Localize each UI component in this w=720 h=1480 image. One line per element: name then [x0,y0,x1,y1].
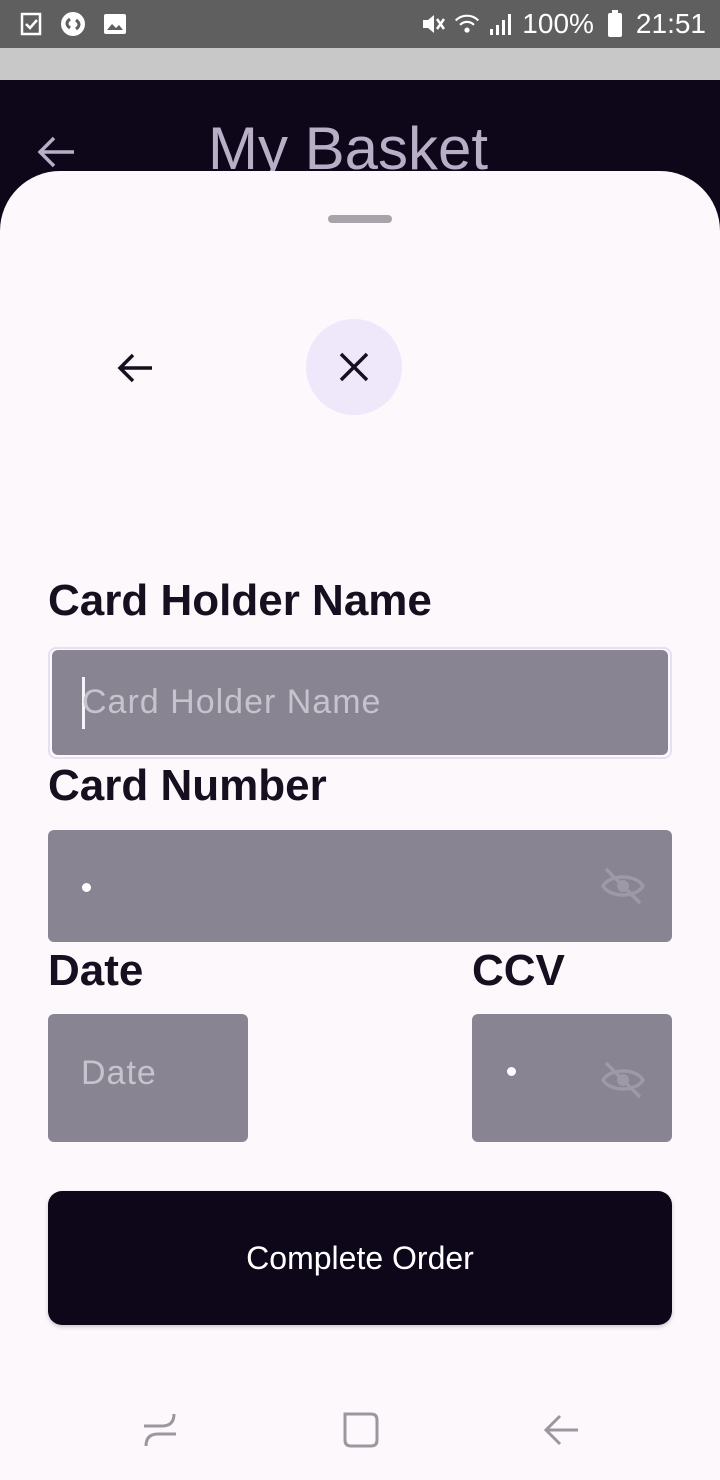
system-nav-bar [0,1380,720,1480]
masked-char [507,1067,516,1076]
shazam-icon [60,11,86,37]
date-placeholder: Date [81,1054,157,1092]
status-underlay [0,48,720,80]
battery-icon [602,10,628,37]
home-icon[interactable] [341,1410,381,1450]
eye-off-icon[interactable] [600,1060,646,1100]
date-label: Date [48,946,144,995]
close-icon [339,352,369,382]
mute-icon [420,11,446,37]
status-bar: 100% 21:51 [0,0,720,48]
complete-order-label: Complete Order [246,1239,474,1276]
card-number-input[interactable] [48,830,672,942]
ccv-input[interactable] [472,1014,672,1142]
close-button[interactable] [306,319,402,415]
card-holder-label: Card Holder Name [48,576,432,625]
drag-handle[interactable] [328,215,392,223]
complete-order-button[interactable]: Complete Order [48,1191,672,1325]
wifi-icon [454,11,480,37]
sheet-back-button[interactable] [112,345,158,391]
task-icon [18,11,44,37]
status-right: 100% 21:51 [420,10,706,38]
signal-icon [488,11,514,37]
card-number-label: Card Number [48,761,327,810]
clock: 21:51 [635,8,706,39]
recents-icon[interactable] [140,1410,180,1450]
eye-off-icon[interactable] [600,866,646,906]
gallery-icon [102,11,128,37]
status-left-icons [18,11,128,37]
ccv-label: CCV [472,946,565,995]
arrow-left-icon [37,136,74,168]
header-back-button[interactable] [34,130,78,174]
card-holder-placeholder: Card Holder Name [82,683,382,721]
back-icon[interactable] [542,1410,582,1450]
card-holder-input[interactable]: Card Holder Name [52,650,668,755]
date-input[interactable]: Date [48,1014,248,1142]
masked-char [82,883,91,892]
battery-percent: 100% [522,8,594,39]
payment-bottom-sheet: Card Holder Name Card Holder Name Card N… [0,171,720,1480]
arrow-left-icon [117,353,152,383]
